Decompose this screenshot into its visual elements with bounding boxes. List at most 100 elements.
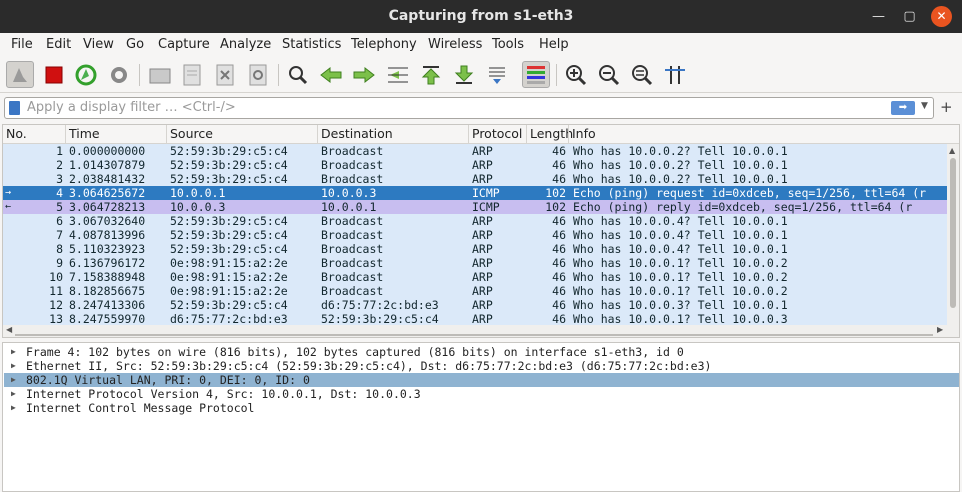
menu-view[interactable]: View bbox=[83, 37, 114, 52]
expand-triangle-icon[interactable]: ▶ bbox=[11, 345, 16, 359]
packet-cell-time: 0.000000000 bbox=[69, 144, 146, 158]
options-gear-icon[interactable] bbox=[105, 61, 133, 88]
packet-cell-time: 6.136796172 bbox=[69, 256, 146, 270]
packet-row[interactable]: 3 2.038481432 52:59:3b:29:c5:c4 Broadcast AR… bbox=[3, 172, 947, 186]
detail-row-ipv4[interactable]: ▶ Internet Protocol Version 4, Src: 10.0… bbox=[4, 387, 959, 401]
packet-row[interactable]: 4 3.064625672 10.0.0.1 10.0.0.3 ICMP 102 Echo … bbox=[3, 186, 947, 200]
packet-cell-dst: Broadcast bbox=[321, 214, 384, 228]
packet-cell-src: 52:59:3b:29:c5:c4 bbox=[170, 228, 288, 242]
packet-cell-proto: ARP bbox=[472, 158, 493, 172]
menu-telephony[interactable]: Telephony bbox=[351, 37, 417, 52]
menu-statistics[interactable]: Statistics bbox=[282, 37, 341, 52]
menu-wireless[interactable]: Wireless bbox=[428, 37, 482, 52]
packet-cell-src: 0e:98:91:15:a2:2e bbox=[170, 256, 288, 270]
packet-row[interactable]: 1 0.000000000 52:59:3b:29:c5:c4 Broadcast AR… bbox=[3, 144, 947, 158]
detail-row-vlan[interactable]: ▶ 802.1Q Virtual LAN, PRI: 0, DEI: 0, ID… bbox=[4, 373, 959, 387]
autoscroll-icon[interactable] bbox=[483, 61, 511, 88]
save-file-icon[interactable] bbox=[178, 61, 206, 88]
scroll-right-icon[interactable]: ▶ bbox=[937, 325, 943, 334]
column-header-no[interactable]: No. bbox=[6, 126, 27, 141]
stop-icon[interactable] bbox=[40, 61, 68, 88]
bookmark-icon[interactable] bbox=[9, 101, 20, 115]
packet-cell-len: 102 bbox=[545, 200, 566, 214]
vertical-scroll-thumb[interactable] bbox=[950, 158, 956, 308]
packet-row[interactable]: 9 6.136796172 0e:98:91:15:a2:2e Broadcast AR… bbox=[3, 256, 947, 270]
column-header-destination[interactable]: Destination bbox=[321, 126, 393, 141]
column-header-protocol[interactable]: Protocol bbox=[472, 126, 522, 141]
menu-tools[interactable]: Tools bbox=[492, 37, 524, 52]
packet-row[interactable]: 8 5.110323923 52:59:3b:29:c5:c4 Broadcast AR… bbox=[3, 242, 947, 256]
packet-row[interactable]: 5 3.064728213 10.0.0.3 10.0.0.1 ICMP 102 Echo … bbox=[3, 200, 947, 214]
expand-triangle-icon[interactable]: ▶ bbox=[11, 359, 16, 373]
last-packet-icon[interactable] bbox=[450, 61, 478, 88]
packet-cell-info: Who has 10.0.0.1? Tell 10.0.0.3 bbox=[573, 312, 788, 326]
first-packet-icon[interactable] bbox=[417, 61, 445, 88]
detail-row-icmp[interactable]: ▶ Internet Control Message Protocol bbox=[4, 401, 959, 415]
menu-file[interactable]: File bbox=[11, 37, 33, 52]
zoom-out-icon[interactable] bbox=[595, 61, 623, 88]
maximize-icon[interactable]: ▢ bbox=[899, 6, 920, 27]
zoom-in-icon[interactable] bbox=[562, 61, 590, 88]
minimize-icon[interactable]: — bbox=[868, 6, 889, 27]
column-header-source[interactable]: Source bbox=[170, 126, 213, 141]
packet-cell-no: 2 bbox=[56, 158, 63, 172]
packet-cell-time: 8.247413306 bbox=[69, 298, 146, 312]
restart-icon[interactable] bbox=[72, 61, 100, 88]
colorize-icon[interactable] bbox=[522, 61, 550, 88]
menu-capture[interactable]: Capture bbox=[158, 37, 210, 52]
packet-row[interactable]: 12 8.247413306 52:59:3b:29:c5:c4 d6:75:77:2… bbox=[3, 298, 947, 312]
menu-analyze[interactable]: Analyze bbox=[220, 37, 271, 52]
packet-row[interactable]: 6 3.067032640 52:59:3b:29:c5:c4 Broadcast AR… bbox=[3, 214, 947, 228]
open-folder-icon[interactable] bbox=[146, 61, 174, 88]
packet-cell-dst: 10.0.0.3 bbox=[321, 186, 377, 200]
packet-list-vertical-scrollbar[interactable]: ▲ bbox=[947, 144, 959, 326]
packet-row[interactable]: 13 8.247559970 d6:75:77:2c:bd:e3 52:59:3b:2… bbox=[3, 312, 947, 326]
packet-cell-src: 52:59:3b:29:c5:c4 bbox=[170, 298, 288, 312]
menu-help[interactable]: Help bbox=[539, 37, 569, 52]
detail-row-ethernet[interactable]: ▶ Ethernet II, Src: 52:59:3b:29:c5:c4 (5… bbox=[4, 359, 959, 373]
column-header-length[interactable]: Length bbox=[530, 126, 573, 141]
display-filter-input[interactable]: Apply a display filter … <Ctrl-/> ➡ ▼ bbox=[4, 97, 934, 119]
packet-row[interactable]: 11 8.182856675 0e:98:91:15:a2:2e Broadcast A… bbox=[3, 284, 947, 298]
close-file-icon[interactable] bbox=[211, 61, 239, 88]
packet-row[interactable]: 2 1.014307879 52:59:3b:29:c5:c4 Broadcast AR… bbox=[3, 158, 947, 172]
scroll-up-icon[interactable]: ▲ bbox=[949, 146, 955, 155]
resize-columns-icon[interactable] bbox=[661, 61, 689, 88]
packet-cell-len: 46 bbox=[552, 242, 566, 256]
packet-cell-dst: Broadcast bbox=[321, 284, 384, 298]
scroll-left-icon[interactable]: ◀ bbox=[6, 325, 12, 334]
packet-row[interactable]: 10 7.158388948 0e:98:91:15:a2:2e Broadcast A… bbox=[3, 270, 947, 284]
back-arrow-icon[interactable] bbox=[317, 61, 345, 88]
zoom-normal-icon[interactable] bbox=[628, 61, 656, 88]
packet-cell-info: Who has 10.0.0.1? Tell 10.0.0.2 bbox=[573, 256, 788, 270]
expand-triangle-icon[interactable]: ▶ bbox=[11, 373, 16, 387]
packet-row[interactable]: 7 4.087813996 52:59:3b:29:c5:c4 Broadcast AR… bbox=[3, 228, 947, 242]
packet-cell-time: 7.158388948 bbox=[69, 270, 146, 284]
detail-row-frame[interactable]: ▶ Frame 4: 102 bytes on wire (816 bits),… bbox=[4, 345, 959, 359]
find-icon[interactable] bbox=[284, 61, 312, 88]
apply-filter-arrow-icon[interactable]: ➡ bbox=[891, 101, 915, 115]
packet-cell-no: 5 bbox=[56, 200, 63, 214]
packet-cell-no: 9 bbox=[56, 256, 63, 270]
packet-cell-no: 8 bbox=[56, 242, 63, 256]
add-filter-button-icon[interactable]: + bbox=[940, 98, 953, 116]
column-header-time[interactable]: Time bbox=[69, 126, 100, 141]
packet-list-horizontal-scrollbar[interactable]: ◀ ▶ bbox=[3, 325, 959, 337]
expand-triangle-icon[interactable]: ▶ bbox=[11, 401, 16, 415]
expand-triangle-icon[interactable]: ▶ bbox=[11, 387, 16, 401]
menu-go[interactable]: Go bbox=[126, 37, 144, 52]
packet-cell-time: 3.064625672 bbox=[69, 186, 146, 200]
goto-packet-icon[interactable] bbox=[384, 61, 412, 88]
forward-arrow-icon[interactable] bbox=[350, 61, 378, 88]
packet-cell-dst: Broadcast bbox=[321, 172, 384, 186]
packet-cell-src: d6:75:77:2c:bd:e3 bbox=[170, 312, 288, 326]
close-icon[interactable]: ✕ bbox=[931, 6, 952, 27]
packet-cell-len: 46 bbox=[552, 284, 566, 298]
reload-icon[interactable] bbox=[244, 61, 272, 88]
packet-cell-len: 46 bbox=[552, 228, 566, 242]
shark-fin-start-icon[interactable] bbox=[6, 61, 34, 88]
menu-edit[interactable]: Edit bbox=[46, 37, 71, 52]
horizontal-scroll-thumb[interactable] bbox=[15, 334, 933, 336]
column-header-info[interactable]: Info bbox=[572, 126, 596, 141]
filter-history-dropdown-icon[interactable]: ▼ bbox=[921, 101, 928, 111]
